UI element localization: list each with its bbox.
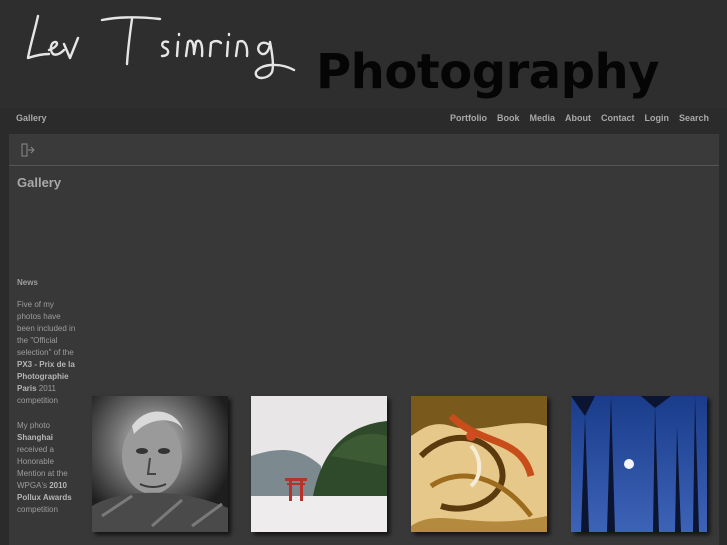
page-title: Gallery bbox=[17, 175, 62, 190]
content-panel: Gallery News Five of my photos have been… bbox=[9, 134, 719, 545]
toolbar bbox=[9, 134, 719, 166]
news-item: Five of my photos have been included in … bbox=[17, 299, 77, 407]
slideshow-icon[interactable] bbox=[21, 143, 37, 157]
nav-links: Portfolio Book Media About Contact Login… bbox=[450, 113, 709, 123]
news-heading: News bbox=[17, 278, 38, 287]
news-highlight: Shanghai bbox=[17, 433, 54, 442]
nav-link-book[interactable]: Book bbox=[497, 113, 520, 123]
gallery-thumbnail-portrait[interactable] bbox=[92, 396, 228, 532]
nav-link-contact[interactable]: Contact bbox=[601, 113, 635, 123]
navigation-bar: Gallery Portfolio Book Media About Conta… bbox=[0, 108, 727, 130]
site-title: Photography bbox=[316, 44, 660, 100]
gallery-thumbnail-abstract[interactable] bbox=[411, 396, 547, 532]
news-item: My photo Shanghai received a Honorable M… bbox=[17, 420, 77, 516]
signature-logo[interactable] bbox=[22, 8, 307, 83]
nav-link-portfolio[interactable]: Portfolio bbox=[450, 113, 487, 123]
nav-link-about[interactable]: About bbox=[565, 113, 591, 123]
news-text: My photo bbox=[17, 421, 50, 430]
site-header: Photography bbox=[0, 0, 727, 108]
news-text: Five of my photos have been included in … bbox=[17, 300, 76, 357]
gallery-thumbnail-night-palms[interactable] bbox=[571, 396, 707, 532]
gallery-thumbnail-torii[interactable] bbox=[251, 396, 387, 532]
nav-link-login[interactable]: Login bbox=[644, 113, 669, 123]
nav-link-search[interactable]: Search bbox=[679, 113, 709, 123]
news-text: competition bbox=[17, 505, 58, 514]
nav-current-page[interactable]: Gallery bbox=[16, 113, 47, 123]
nav-link-media[interactable]: Media bbox=[529, 113, 555, 123]
news-sidebar: News Five of my photos have been include… bbox=[17, 277, 77, 529]
